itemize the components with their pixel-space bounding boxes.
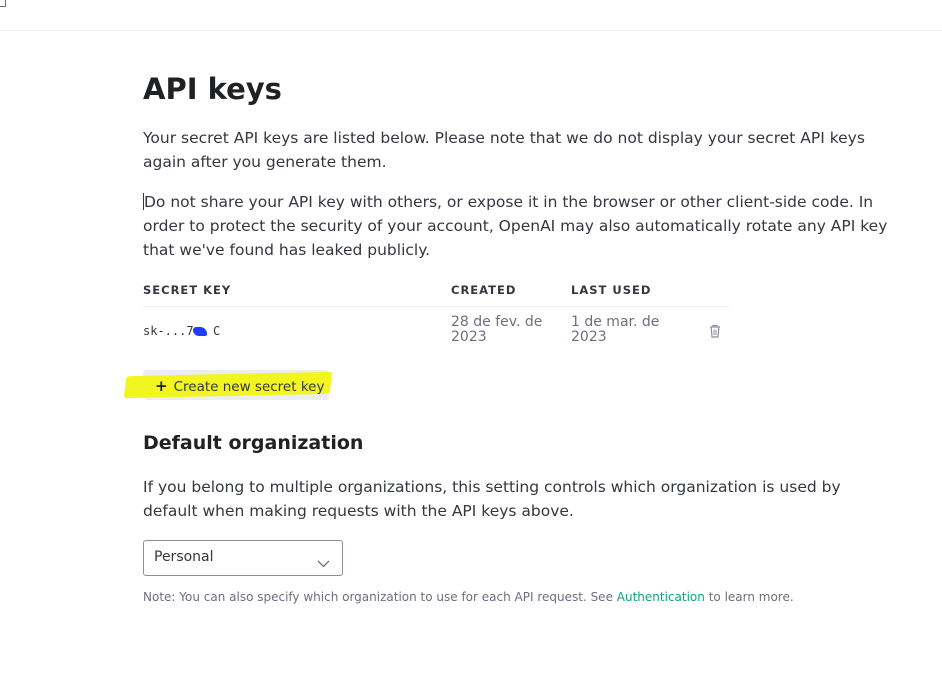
table-row: sk-...7 C 28 de fev. de 2023 1 de mar. d… bbox=[143, 307, 729, 357]
organization-select[interactable]: Personal bbox=[143, 540, 343, 576]
default-organization-title: Default organization bbox=[143, 432, 364, 454]
create-button-content: + Create new secret key bbox=[155, 377, 324, 395]
organization-note: Note: You can also specify which organiz… bbox=[143, 590, 794, 604]
plus-icon: + bbox=[155, 377, 168, 395]
create-button-label: Create new secret key bbox=[173, 379, 325, 395]
redaction-scribble bbox=[192, 327, 207, 336]
column-header-secret-key: SECRET KEY bbox=[143, 283, 232, 297]
intro-text: Your secret API keys are listed below. P… bbox=[143, 129, 865, 171]
secret-key-value: sk-...7 C bbox=[143, 324, 220, 338]
default-organization-description: If you belong to multiple organizations,… bbox=[143, 478, 841, 520]
created-date: 28 de fev. de 2023 bbox=[451, 314, 543, 345]
column-header-created: CREATED bbox=[451, 283, 517, 297]
organization-select-value: Personal bbox=[154, 549, 214, 565]
warning-text-content: Do not share your API key with others, o… bbox=[143, 193, 888, 259]
secret-key-prefix: sk-...7 bbox=[143, 324, 194, 338]
window-corner-fragment bbox=[0, 0, 6, 7]
top-bar bbox=[0, 0, 942, 31]
column-header-last-used: LAST USED bbox=[571, 283, 652, 297]
secret-key-suffix: C bbox=[213, 324, 221, 338]
note-prefix: Note: You can also specify which organiz… bbox=[143, 590, 613, 604]
warning-text: Do not share your API key with others, o… bbox=[143, 190, 913, 262]
trash-icon[interactable] bbox=[709, 323, 721, 338]
last-used-date: 1 de mar. de 2023 bbox=[571, 314, 660, 345]
chevron-down-icon bbox=[317, 553, 330, 572]
create-new-secret-key-button[interactable]: + Create new secret key bbox=[123, 370, 333, 400]
page-title: API keys bbox=[143, 72, 282, 106]
authentication-link[interactable]: Authentication bbox=[617, 590, 705, 604]
note-suffix: to learn more. bbox=[708, 590, 794, 604]
api-keys-page: API keys Your secret API keys are listed… bbox=[123, 70, 913, 604]
